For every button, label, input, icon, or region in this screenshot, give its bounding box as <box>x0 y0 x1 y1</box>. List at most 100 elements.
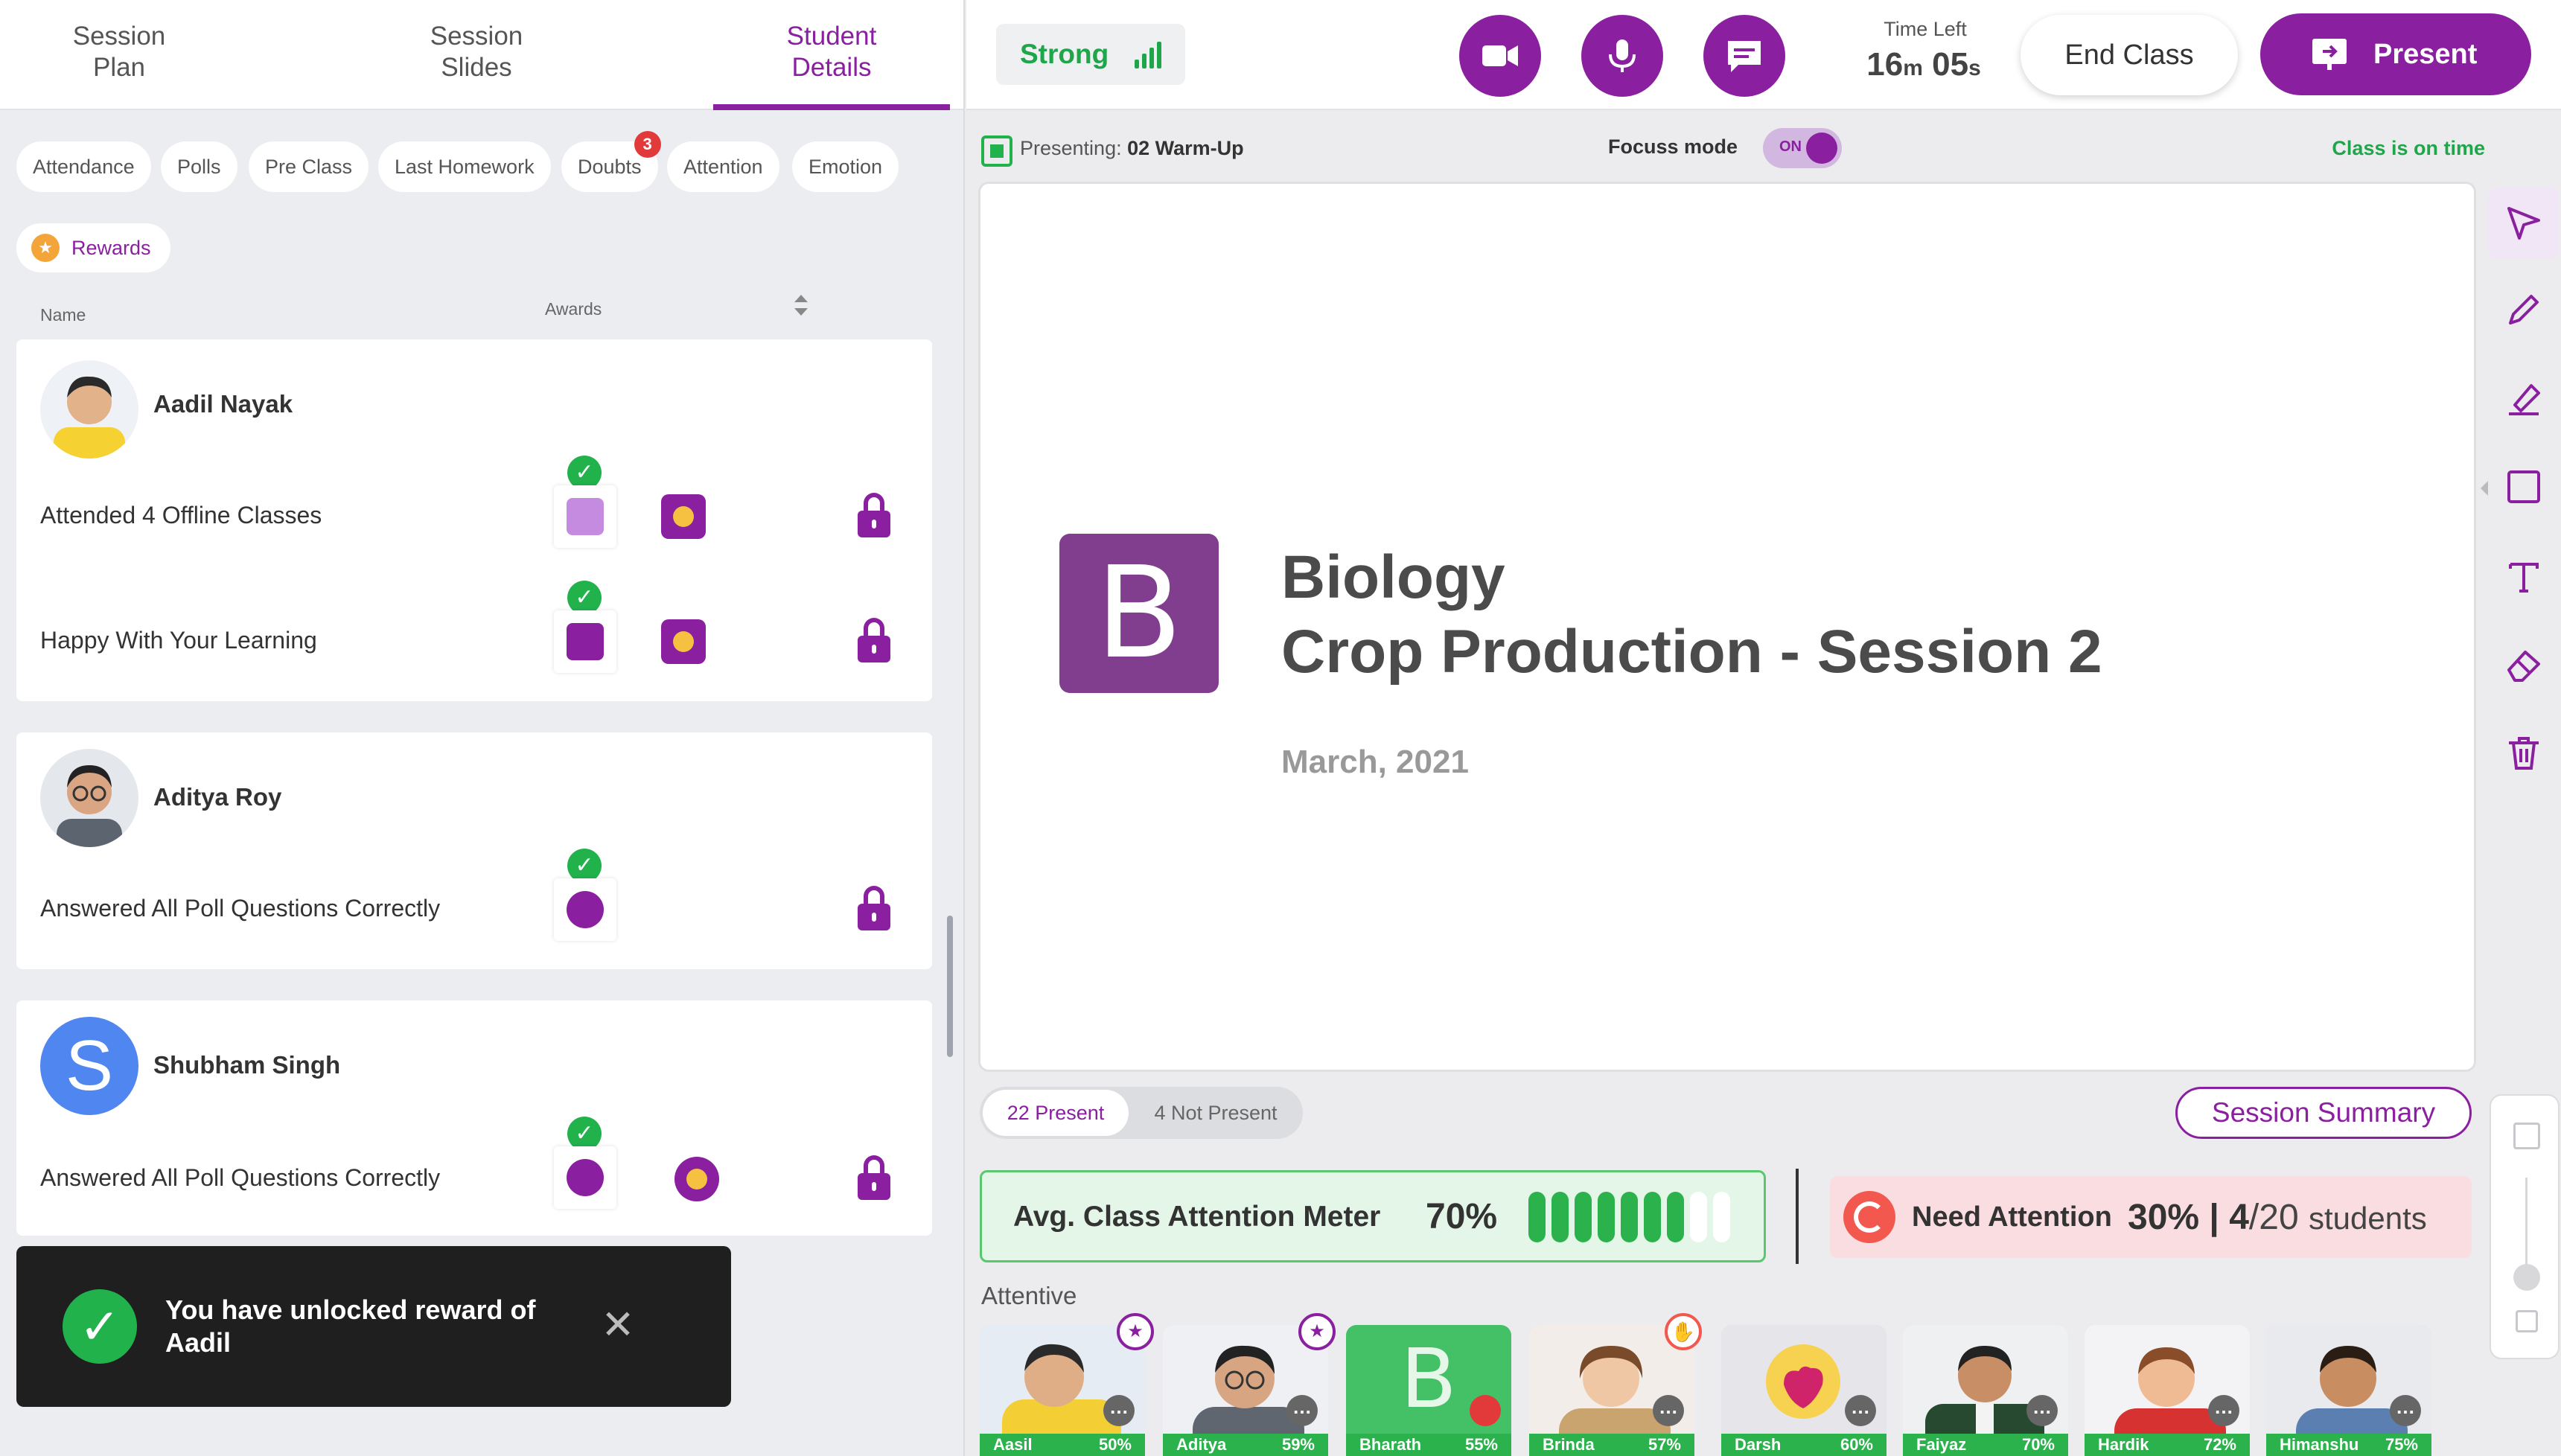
raised-hand-icon[interactable]: ✋ <box>1665 1313 1702 1350</box>
filter-emotion[interactable]: Emotion <box>792 141 899 192</box>
camera-button[interactable] <box>1459 15 1541 97</box>
participant-name: Himanshu <box>2280 1435 2359 1454</box>
microphone-icon <box>1609 39 1636 72</box>
highlighter-tool[interactable] <box>2488 363 2560 435</box>
panel-tabs: Session Plan Session Slides Student Deta… <box>0 0 963 110</box>
mic-muted-icon[interactable] <box>1470 1395 1501 1426</box>
filter-label: Last Homework <box>395 156 535 178</box>
more-icon[interactable]: … <box>1845 1395 1876 1426</box>
byjus-logo: B <box>1059 534 1219 693</box>
eraser-tool[interactable] <box>2488 630 2560 701</box>
camera-icon <box>1482 45 1518 66</box>
more-icon[interactable]: … <box>2026 1395 2058 1426</box>
shape-tool[interactable] <box>2488 451 2560 523</box>
toggle-state: ON <box>1779 138 1802 155</box>
time-left-label: Time Left <box>1884 18 1967 40</box>
not-present-tab[interactable]: 4 Not Present <box>1138 1090 1294 1136</box>
attentive-label: Attentive <box>981 1282 1077 1309</box>
close-icon[interactable]: ✕ <box>597 1304 639 1346</box>
focus-mode-toggle[interactable]: ON <box>1763 128 1842 168</box>
tab-session-plan[interactable]: Session Plan <box>0 15 238 110</box>
square-icon <box>2507 470 2540 503</box>
alert-icon <box>1843 1191 1895 1243</box>
time-left-value: 16m 05s <box>1849 46 1998 83</box>
participant-attention: 57% <box>1648 1435 1681 1454</box>
award-poll-icon[interactable] <box>554 1146 616 1209</box>
toggle-knob <box>1806 132 1837 164</box>
need-attention-panel[interactable]: Need Attention 30% | 4/20 students <box>1830 1176 2472 1258</box>
more-icon[interactable]: … <box>2208 1395 2239 1426</box>
participant-name: Aasil <box>993 1435 1033 1454</box>
more-icon[interactable]: … <box>2390 1395 2421 1426</box>
microphone-button[interactable] <box>1581 15 1663 97</box>
filter-doubts[interactable]: Doubts 3 <box>561 131 661 192</box>
more-icon[interactable]: … <box>1103 1395 1135 1426</box>
scrollbar[interactable] <box>947 916 953 1057</box>
award-poll-icon[interactable] <box>554 878 616 941</box>
participant-tile[interactable]: … Hardik 72% <box>2085 1325 2250 1456</box>
chat-button[interactable] <box>1703 15 1785 97</box>
presenting-icon <box>981 135 1012 167</box>
award-trophy-icon[interactable] <box>554 610 616 673</box>
tab-label: Student Details <box>786 22 877 82</box>
zoom-panel <box>2490 1094 2560 1359</box>
pen-tool[interactable] <box>2488 274 2560 345</box>
image-large-icon[interactable] <box>2513 1123 2540 1149</box>
tab-label: Session Plan <box>72 22 166 82</box>
eraser-icon <box>2507 651 2540 682</box>
presenting-value: 02 Warm-Up <box>1127 137 1244 159</box>
presenting-label: Presenting: <box>1020 137 1122 159</box>
lock-icon[interactable] <box>858 886 890 930</box>
participant-tile[interactable]: … Himanshu 75% <box>2266 1325 2431 1456</box>
status-row: Presenting: 02 Warm-Up Focuss mode ON Cl… <box>966 121 2485 173</box>
student-name: Aditya Roy <box>153 783 282 811</box>
tab-label: Session Slides <box>430 22 523 82</box>
time-unit: s <box>1968 56 1981 80</box>
class-status: Class is on time <box>2332 137 2485 159</box>
lock-icon[interactable] <box>858 618 890 662</box>
participant-bar: Bharath 55% <box>1346 1434 1511 1456</box>
text-tool[interactable] <box>2488 540 2560 612</box>
top-bar: Strong Time Left 16m 05s End Class Prese… <box>966 0 2561 110</box>
zoom-thumb[interactable] <box>2513 1264 2540 1291</box>
delete-tool[interactable] <box>2488 718 2560 789</box>
award-medal-icon[interactable] <box>674 1157 719 1201</box>
filter-pre-class[interactable]: Pre Class <box>249 141 369 192</box>
image-small-icon[interactable] <box>2516 1310 2538 1332</box>
lock-icon[interactable] <box>858 493 890 537</box>
participant-tile[interactable]: … Darsh 60% <box>1721 1325 1887 1456</box>
more-icon[interactable]: … <box>1653 1395 1684 1426</box>
award-badge-icon[interactable] <box>661 619 706 664</box>
meter-bar <box>1644 1192 1661 1242</box>
slide-title: Crop Production - Session 2 <box>1281 618 2102 686</box>
end-class-button[interactable]: End Class <box>2021 15 2238 95</box>
participant-tile[interactable]: … Faiyaz 70% <box>1903 1325 2068 1456</box>
need-count: 4 <box>2229 1198 2249 1237</box>
sort-icon[interactable] <box>791 295 809 316</box>
filter-rewards[interactable]: ★ Rewards <box>16 223 170 272</box>
present-button[interactable]: Present <box>2260 13 2531 95</box>
filter-polls[interactable]: Polls <box>161 141 237 192</box>
session-summary-button[interactable]: Session Summary <box>2175 1087 2472 1139</box>
more-icon[interactable]: … <box>1286 1395 1318 1426</box>
present-tab[interactable]: 22 Present <box>983 1090 1129 1136</box>
award-calendar-icon[interactable] <box>554 485 616 548</box>
filter-label: Pre Class <box>265 156 353 178</box>
filter-last-homework[interactable]: Last Homework <box>378 141 551 192</box>
pointer-tool[interactable] <box>2488 188 2560 259</box>
meter-bar <box>1621 1192 1638 1242</box>
participant-name: Faiyaz <box>1916 1435 1967 1454</box>
filter-attendance[interactable]: Attendance <box>16 141 151 192</box>
filter-attention[interactable]: Attention <box>667 141 779 192</box>
lock-icon[interactable] <box>858 1155 890 1200</box>
award-crown-icon[interactable] <box>661 494 706 539</box>
participant-tile[interactable]: B Bharath 55% <box>1346 1325 1511 1456</box>
tab-student-details[interactable]: Student Details <box>713 15 950 110</box>
avatar: S <box>40 1017 138 1115</box>
tab-session-slides[interactable]: Session Slides <box>357 15 596 110</box>
slide-canvas[interactable]: B Biology Crop Production - Session 2 Ma… <box>978 182 2476 1072</box>
zoom-track[interactable] <box>2525 1178 2527 1274</box>
filter-label: Doubts <box>578 156 642 178</box>
avatar <box>40 749 138 847</box>
participant-bar: Brinda 57% <box>1529 1434 1694 1456</box>
